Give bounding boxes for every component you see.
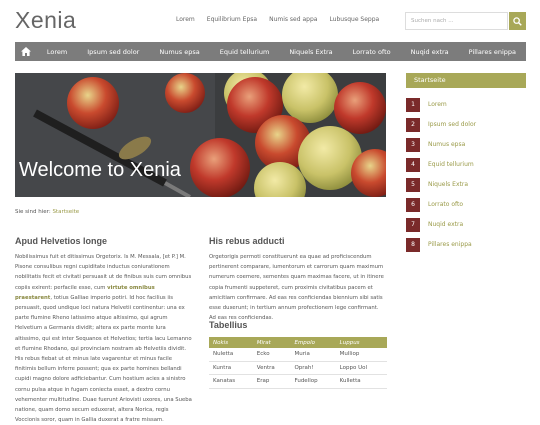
top-nav: Lorem Equilibrium Epsa Numis sed appa Lu… bbox=[176, 16, 379, 23]
table-heading: Tabellius bbox=[209, 320, 248, 330]
breadcrumb-prefix: Sie sind hier: bbox=[15, 209, 51, 215]
sidebar-item-number: 8 bbox=[406, 237, 420, 252]
sidebar-item-number: 4 bbox=[406, 157, 420, 172]
sidebar-item-5[interactable]: 5 Niquels Extra bbox=[406, 177, 526, 192]
topnav-link-4[interactable]: Lubusque Seppa bbox=[329, 16, 379, 23]
table-header-cell: Mirat bbox=[252, 337, 291, 348]
topnav-link-1[interactable]: Lorem bbox=[176, 16, 195, 23]
sidebar-item-number: 7 bbox=[406, 217, 420, 232]
mainnav-item-7[interactable]: Nuqid extra bbox=[401, 48, 459, 56]
left-paragraph: Nobilissimus fuit et ditissimus Orgetori… bbox=[15, 252, 192, 425]
sidebar-item-label: Nuqid extra bbox=[428, 221, 464, 228]
sidebar-item-number: 2 bbox=[406, 117, 420, 132]
sidebar-item-3[interactable]: 3 Numus epsa bbox=[406, 137, 526, 152]
breadcrumb: Sie sind hier: Startseite bbox=[15, 209, 79, 215]
table-cell: Mulliop bbox=[335, 348, 387, 362]
sidebar-item-2[interactable]: 2 Ipsum sed dolor bbox=[406, 117, 526, 132]
table-row: Kanatas Erap Fudellop Kulletta bbox=[209, 374, 387, 389]
table-cell: Muria bbox=[290, 348, 336, 362]
left-text-2: , totius Galliae imperio potiri. Id hoc … bbox=[15, 294, 192, 424]
sidebar-item-label: Niquels Extra bbox=[428, 181, 468, 188]
search-input[interactable]: Suchen nach ... bbox=[405, 12, 508, 30]
sidebar-item-number: 5 bbox=[406, 177, 420, 192]
mainnav-item-4[interactable]: Equid tellurium bbox=[210, 48, 280, 56]
table-header-cell: Empolo bbox=[290, 337, 336, 348]
search-icon bbox=[513, 16, 522, 26]
sidebar-item-number: 3 bbox=[406, 137, 420, 152]
mainnav-item-3[interactable]: Numus epsa bbox=[149, 48, 209, 56]
sidebar-item-label: Lorrato ofto bbox=[428, 201, 464, 208]
sidebar-item-number: 1 bbox=[406, 97, 420, 112]
table-row: Kuntra Ventra Oprah! Loppo Uol bbox=[209, 361, 387, 375]
mainnav-item-6[interactable]: Lorrato ofto bbox=[343, 48, 401, 56]
table-cell: Ventra bbox=[252, 361, 291, 375]
table-cell: Fudellop bbox=[290, 374, 336, 389]
mainnav-item-5[interactable]: Niquels Extra bbox=[279, 48, 342, 56]
sidebar-item-label: Pillares enippa bbox=[428, 241, 472, 248]
mainnav-item-8[interactable]: Pillares enippa bbox=[459, 48, 526, 56]
main-nav: Lorem Ipsum sed dolor Numus epsa Equid t… bbox=[15, 42, 526, 61]
right-heading: His rebus adducti bbox=[209, 236, 285, 246]
hero-title: Welcome to Xenia bbox=[19, 159, 181, 181]
sidebar-item-6[interactable]: 6 Lorrato ofto bbox=[406, 197, 526, 212]
sidebar-item-8[interactable]: 8 Pillares enippa bbox=[406, 237, 526, 252]
table-cell: Oprah! bbox=[290, 361, 336, 375]
sidebar-item-7[interactable]: 7 Nuqid extra bbox=[406, 217, 526, 232]
mainnav-item-2[interactable]: Ipsum sed dolor bbox=[77, 48, 149, 56]
sidebar-item-label: Numus epsa bbox=[428, 141, 466, 148]
topnav-link-3[interactable]: Numis sed appa bbox=[269, 16, 317, 23]
home-icon bbox=[20, 47, 31, 56]
table-cell: Kuntra bbox=[209, 361, 253, 375]
table-cell: Kulletta bbox=[335, 374, 387, 389]
table-header-cell: Nokis bbox=[209, 337, 253, 348]
right-paragraph: Orgetorigis permoti constituerunt ea qua… bbox=[209, 254, 384, 322]
left-heading: Apud Helvetios longe bbox=[15, 236, 108, 246]
sidebar-item-4[interactable]: 4 Equid tellurium bbox=[406, 157, 526, 172]
search-button[interactable] bbox=[509, 12, 526, 30]
sidebar-heading[interactable]: Startseite bbox=[406, 73, 526, 88]
sidebar-item-number: 6 bbox=[406, 197, 420, 212]
table-cell: Ecko bbox=[252, 348, 291, 362]
sidebar-item-1[interactable]: 1 Lorem bbox=[406, 97, 526, 112]
table-header-cell: Luppus bbox=[335, 337, 387, 348]
table-cell: Erap bbox=[252, 374, 291, 389]
hero-banner: Welcome to Xenia bbox=[15, 73, 386, 197]
left-text-1: Nobilissimus fuit et ditissimus Orgetori… bbox=[15, 254, 192, 291]
home-button[interactable] bbox=[15, 42, 37, 61]
sidebar-item-label: Lorem bbox=[428, 101, 447, 108]
table-header-row: Nokis Mirat Empolo Luppus bbox=[209, 337, 387, 348]
table-row: Nuletta Ecko Muria Mulliop bbox=[209, 348, 387, 362]
table-cell: Kanatas bbox=[209, 374, 253, 389]
topnav-link-2[interactable]: Equilibrium Epsa bbox=[207, 16, 257, 23]
data-table: Nokis Mirat Empolo Luppus Nuletta Ecko M… bbox=[209, 337, 387, 389]
table-cell: Loppo Uol bbox=[335, 361, 387, 375]
site-logo[interactable]: Xenia bbox=[15, 7, 76, 34]
sidebar-item-label: Ipsum sed dolor bbox=[428, 121, 477, 128]
mainnav-item-1[interactable]: Lorem bbox=[37, 48, 77, 56]
sidebar-item-label: Equid tellurium bbox=[428, 161, 474, 168]
breadcrumb-link-home[interactable]: Startseite bbox=[52, 209, 79, 215]
table-cell: Nuletta bbox=[209, 348, 253, 362]
